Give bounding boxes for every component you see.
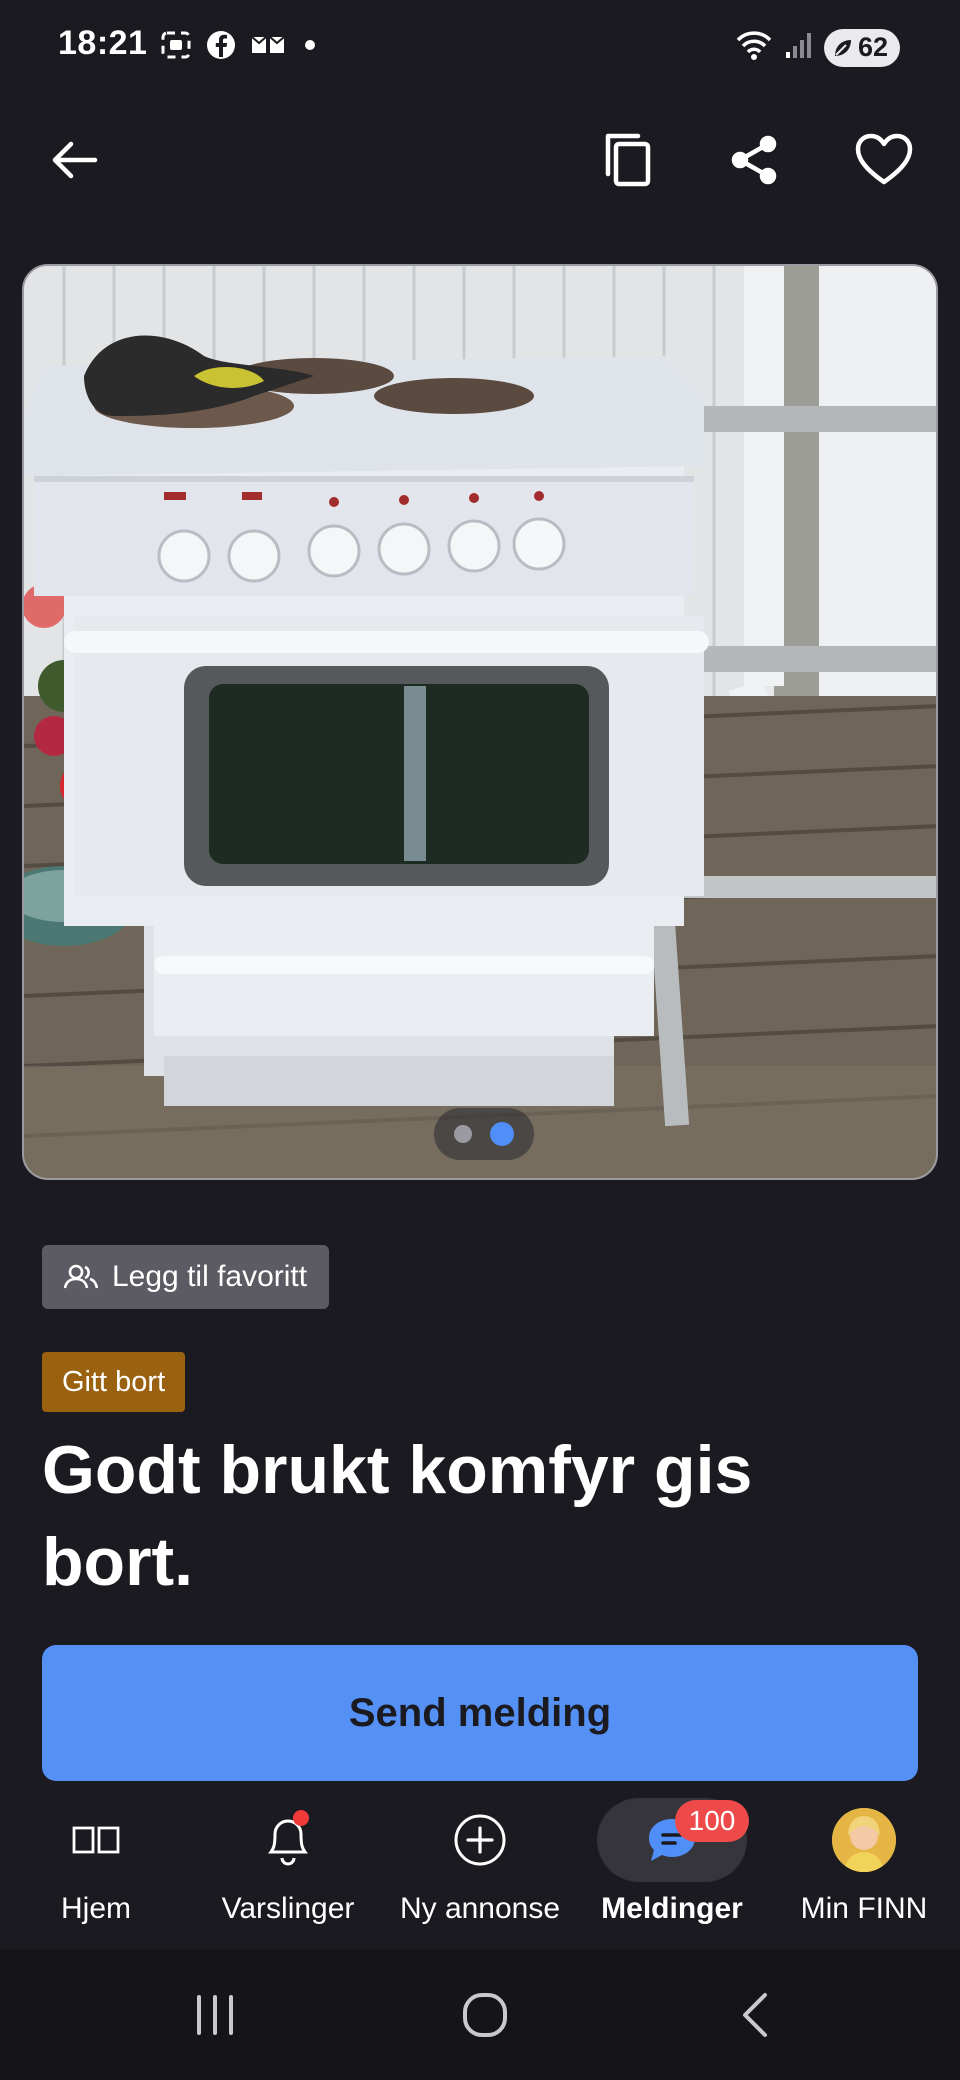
system-back-button[interactable]	[695, 1950, 815, 2080]
nav-label-messages: Meldinger	[601, 1892, 743, 1925]
bell-icon	[243, 1798, 333, 1882]
gallery-dot-1[interactable]	[454, 1125, 472, 1143]
status-badge: Gitt bort	[42, 1352, 186, 1412]
gallery-dot-2[interactable]	[490, 1122, 514, 1146]
chevron-left-icon	[743, 1993, 767, 2037]
share-icon	[731, 135, 777, 185]
screenshot-icon	[160, 30, 192, 65]
wifi-icon	[734, 28, 774, 67]
recent-apps-icon	[197, 1995, 233, 2035]
notification-dot	[293, 1810, 309, 1826]
top-app-bar	[0, 112, 960, 208]
status-bar: 18:21 62	[0, 0, 960, 96]
nav-item-messages[interactable]: 100 Meldinger	[576, 1790, 768, 1950]
messages-count-badge: 100	[675, 1800, 749, 1842]
system-navigation-bar	[0, 1950, 960, 2080]
battery-icon: 62	[823, 28, 900, 67]
chat-icon: 100	[597, 1798, 749, 1882]
recent-apps-button[interactable]	[155, 1950, 275, 2080]
dot-icon	[300, 35, 320, 60]
bottom-navigation: Hjem Varslinger Ny annonse 100 Meldinger…	[0, 1790, 960, 1950]
avatar	[832, 1808, 896, 1872]
home-circle-icon	[463, 1993, 507, 2037]
favorite-heart-button[interactable]	[848, 124, 920, 196]
nav-item-notifications[interactable]: Varslinger	[192, 1790, 384, 1950]
send-message-button[interactable]: Send melding	[42, 1645, 918, 1781]
nav-label-notifications: Varslinger	[221, 1892, 355, 1925]
status-icons-right: 62	[734, 28, 900, 67]
status-time: 18:21	[58, 24, 148, 62]
facebook-icon	[206, 30, 236, 65]
nav-item-profile[interactable]: Min FINN	[768, 1790, 960, 1950]
back-button[interactable]	[38, 124, 110, 196]
battery-level: 62	[857, 32, 888, 62]
copy-link-button[interactable]	[592, 124, 664, 196]
heart-icon	[855, 133, 913, 185]
plus-circle-icon	[435, 1798, 525, 1882]
nav-label-new-ad: Ny annonse	[399, 1892, 561, 1925]
share-button[interactable]	[718, 124, 790, 196]
status-icons-left	[160, 30, 320, 65]
home-button[interactable]	[425, 1950, 545, 2080]
nav-item-new-ad[interactable]: Ny annonse	[384, 1790, 576, 1950]
copy-icon	[605, 133, 651, 187]
favorite-label: Legg til favoritt	[112, 1260, 308, 1293]
back-arrow-icon	[52, 141, 98, 179]
stove-photo	[24, 266, 936, 1178]
nav-label-home: Hjem	[60, 1892, 131, 1925]
nav-label-profile: Min FINN	[800, 1892, 928, 1925]
add-to-favorites-button[interactable]: Legg til favoritt	[42, 1245, 330, 1309]
listing-photo[interactable]	[22, 264, 938, 1180]
avatar-wrapper	[819, 1798, 909, 1882]
nav-item-home[interactable]: Hjem	[0, 1790, 192, 1950]
people-icon	[64, 1264, 98, 1289]
book-icon	[51, 1798, 141, 1882]
listing-title: Godt brukt komfyr gis bort.	[42, 1432, 753, 1600]
gallery-pagination	[434, 1108, 534, 1160]
message-icon	[250, 33, 286, 62]
signal-icon	[784, 30, 814, 65]
